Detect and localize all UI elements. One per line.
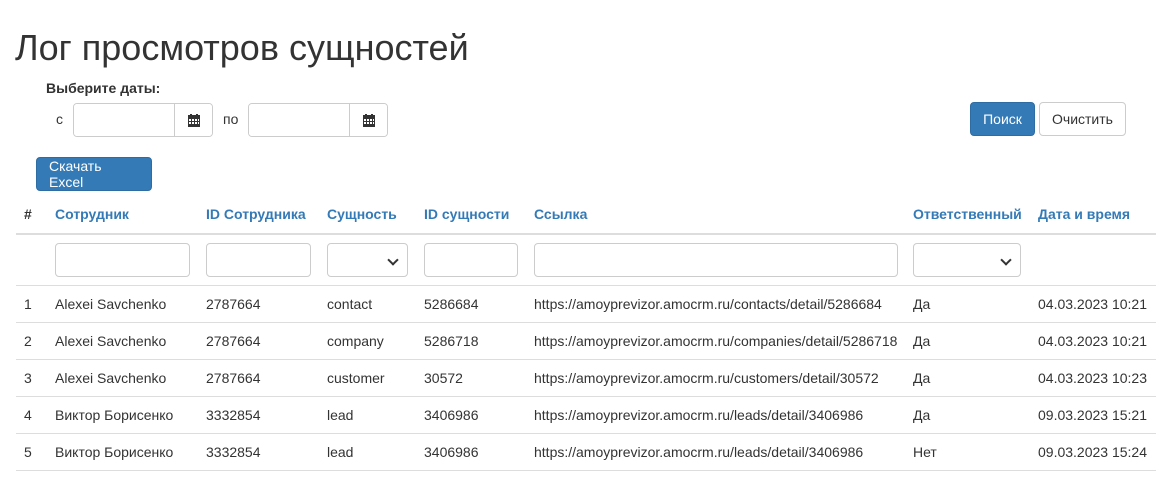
table-row: 4 Виктор Борисенко 3332854 lead 3406986 … bbox=[16, 396, 1156, 434]
cell-employee-id: 2787664 bbox=[198, 322, 319, 360]
cell-employee-id: 3332854 bbox=[198, 433, 319, 471]
cell-entity-id: 3406986 bbox=[416, 396, 526, 434]
employee-filter-input[interactable] bbox=[55, 243, 190, 277]
cell-responsible: Да bbox=[905, 359, 1030, 397]
header-entity[interactable]: Сущность bbox=[319, 195, 416, 235]
cell-employee: Alexei Savchenko bbox=[47, 359, 198, 397]
cell-entity: contact bbox=[319, 285, 416, 323]
filter-cell-empty bbox=[1030, 234, 1156, 286]
filter-cell bbox=[47, 234, 198, 286]
header-responsible[interactable]: Ответственный bbox=[905, 195, 1030, 235]
entity-filter-select[interactable] bbox=[327, 243, 408, 277]
cell-datetime: 04.03.2023 10:23 bbox=[1030, 359, 1156, 397]
cell-responsible: Да bbox=[905, 396, 1030, 434]
table-row: 1 Alexei Savchenko 2787664 contact 52866… bbox=[16, 285, 1156, 323]
cell-number: 1 bbox=[16, 285, 47, 323]
cell-number: 2 bbox=[16, 322, 47, 360]
table-header-row: # Сотрудник ID Сотрудника Сущность ID су… bbox=[16, 195, 1156, 235]
filter-cell bbox=[416, 234, 526, 286]
header-link[interactable]: Ссылка bbox=[526, 195, 905, 235]
date-to-calendar-button[interactable] bbox=[349, 104, 387, 136]
cell-number: 3 bbox=[16, 359, 47, 397]
cell-number: 4 bbox=[16, 396, 47, 434]
responsible-filter-select[interactable] bbox=[913, 243, 1021, 277]
cell-link: https://amoyprevizor.amocrm.ru/leads/det… bbox=[526, 433, 905, 471]
filter-cell bbox=[319, 234, 416, 286]
table-row: 2 Alexei Savchenko 2787664 company 52867… bbox=[16, 322, 1156, 360]
cell-responsible: Да bbox=[905, 285, 1030, 323]
cell-employee: Виктор Борисенко bbox=[47, 396, 198, 434]
filter-cell bbox=[198, 234, 319, 286]
search-button[interactable]: Поиск bbox=[970, 102, 1035, 136]
date-from-calendar-button[interactable] bbox=[174, 104, 212, 136]
cell-link: https://amoyprevizor.amocrm.ru/leads/det… bbox=[526, 396, 905, 434]
date-to-input[interactable] bbox=[249, 104, 349, 136]
header-entity-id[interactable]: ID сущности bbox=[416, 195, 526, 235]
cell-link: https://amoyprevizor.amocrm.ru/contacts/… bbox=[526, 285, 905, 323]
download-excel-button[interactable]: Скачать Excel bbox=[36, 157, 152, 191]
page-title: Лог просмотров сущностей bbox=[15, 27, 469, 68]
cell-entity-id: 30572 bbox=[416, 359, 526, 397]
cell-entity: lead bbox=[319, 396, 416, 434]
filter-row bbox=[16, 234, 1156, 286]
header-employee[interactable]: Сотрудник bbox=[47, 195, 198, 235]
cell-datetime: 04.03.2023 10:21 bbox=[1030, 285, 1156, 323]
to-label: по bbox=[223, 111, 239, 127]
dates-label: Выберите даты: bbox=[46, 80, 161, 96]
cell-datetime: 09.03.2023 15:24 bbox=[1030, 433, 1156, 471]
cell-link: https://amoyprevizor.amocrm.ru/customers… bbox=[526, 359, 905, 397]
cell-entity-id: 5286718 bbox=[416, 322, 526, 360]
table-row: 3 Alexei Savchenko 2787664 customer 3057… bbox=[16, 359, 1156, 397]
cell-entity-id: 5286684 bbox=[416, 285, 526, 323]
filter-cell bbox=[905, 234, 1030, 286]
filter-cell-empty bbox=[16, 234, 47, 286]
cell-responsible: Да bbox=[905, 322, 1030, 360]
table-row: 5 Виктор Борисенко 3332854 lead 3406986 … bbox=[16, 433, 1156, 471]
date-from-group bbox=[73, 103, 213, 137]
date-from-input[interactable] bbox=[74, 104, 174, 136]
header-employee-id[interactable]: ID Сотрудника bbox=[198, 195, 319, 235]
link-filter-input[interactable] bbox=[534, 243, 898, 277]
filter-cell bbox=[526, 234, 905, 286]
cell-responsible: Нет bbox=[905, 433, 1030, 471]
calendar-icon bbox=[362, 113, 375, 127]
cell-datetime: 09.03.2023 15:21 bbox=[1030, 396, 1156, 434]
cell-entity: company bbox=[319, 322, 416, 360]
entity-id-filter-input[interactable] bbox=[424, 243, 518, 277]
header-datetime[interactable]: Дата и время bbox=[1030, 195, 1156, 235]
cell-datetime: 04.03.2023 10:21 bbox=[1030, 322, 1156, 360]
cell-employee: Alexei Savchenko bbox=[47, 322, 198, 360]
cell-link: https://amoyprevizor.amocrm.ru/companies… bbox=[526, 322, 905, 360]
cell-entity: lead bbox=[319, 433, 416, 471]
clear-button[interactable]: Очистить bbox=[1039, 102, 1126, 136]
cell-employee: Alexei Savchenko bbox=[47, 285, 198, 323]
cell-employee-id: 2787664 bbox=[198, 285, 319, 323]
employee-id-filter-input[interactable] bbox=[206, 243, 311, 277]
date-to-group bbox=[248, 103, 388, 137]
header-number: # bbox=[16, 195, 47, 235]
cell-employee: Виктор Борисенко bbox=[47, 433, 198, 471]
calendar-icon bbox=[187, 113, 200, 127]
views-log-table: # Сотрудник ID Сотрудника Сущность ID су… bbox=[16, 195, 1156, 471]
cell-employee-id: 3332854 bbox=[198, 396, 319, 434]
cell-employee-id: 2787664 bbox=[198, 359, 319, 397]
cell-entity-id: 3406986 bbox=[416, 433, 526, 471]
from-label: с bbox=[56, 111, 63, 127]
cell-entity: customer bbox=[319, 359, 416, 397]
cell-number: 5 bbox=[16, 433, 47, 471]
